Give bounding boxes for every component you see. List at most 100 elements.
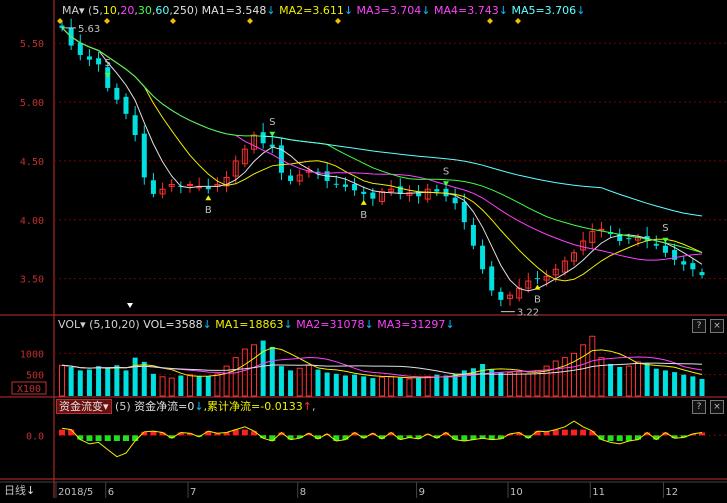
flow-bar-out xyxy=(607,435,614,442)
candle-body-down xyxy=(434,189,440,192)
flow-header: 资金流变▾ (5) 资金净流=0↓,累计净流=-0.0133↑, xyxy=(56,399,316,414)
candle-body-down xyxy=(452,197,458,204)
volume-close-icon[interactable]: × xyxy=(710,319,724,333)
volume-bar-down xyxy=(114,365,120,396)
volume-bar-down xyxy=(105,368,111,396)
volume-bar-down xyxy=(608,364,614,396)
volume-bar-down xyxy=(397,377,403,396)
price-tick-label: 3.50 xyxy=(20,275,44,286)
time-axis-label: 2018/5 xyxy=(58,487,93,498)
volume-bar-down xyxy=(86,369,92,396)
event-diamond xyxy=(170,18,176,24)
volume-bar-up xyxy=(561,357,568,397)
event-diamond xyxy=(104,18,110,24)
ma4-arrow: ↓ xyxy=(498,4,508,17)
flow-param: (5) xyxy=(115,400,131,413)
flow-net-arrow: ↓ xyxy=(194,400,204,413)
volume-bar-up xyxy=(379,376,385,397)
volume-settings-icon[interactable]: ? xyxy=(692,319,706,333)
time-axis-label: 9 xyxy=(419,487,425,498)
flow-tail: , xyxy=(311,400,316,413)
volume-bar-down xyxy=(132,357,138,396)
volume-tick-label: 1000 xyxy=(20,349,44,360)
volume-bar-up xyxy=(388,376,395,397)
volume-bar-down xyxy=(196,376,202,396)
volume-bar-up xyxy=(406,378,413,397)
candle-body-down xyxy=(342,184,348,187)
vol-arrow: ↓ xyxy=(202,318,212,331)
ma10-line xyxy=(61,27,703,282)
volume-bar-down xyxy=(178,375,184,396)
volume-bar-down xyxy=(324,372,330,396)
volume-bar-up xyxy=(214,373,221,397)
price-tick-label: 5.00 xyxy=(20,98,44,109)
event-diamond xyxy=(515,18,521,24)
volume-bar-down xyxy=(68,366,74,396)
volume-bar-down xyxy=(333,373,339,396)
volume-bar-up xyxy=(59,364,65,397)
flow-settings-icon[interactable]: ? xyxy=(692,400,706,414)
flow-bar-out xyxy=(461,435,468,442)
volume-bar-up xyxy=(625,365,632,397)
volume-unit-label: X100 xyxy=(17,384,41,395)
candle-body-down xyxy=(77,42,83,55)
flow-net: 资金净流=0 xyxy=(134,400,195,413)
sell-signal-marker: S xyxy=(443,166,449,177)
volume-bar-up xyxy=(598,357,605,397)
volume-bar-up xyxy=(424,375,431,397)
candle-body-down xyxy=(150,180,156,194)
volume-bar-up xyxy=(187,374,193,397)
vol-ma1: MA1=18863 xyxy=(215,318,284,331)
volume-bar-down xyxy=(260,340,266,396)
period-selector[interactable]: 日线↓ xyxy=(4,484,35,498)
volume-bar-down xyxy=(123,370,129,396)
flow-bar-out xyxy=(625,435,632,442)
time-axis-label: 12 xyxy=(665,487,678,498)
candle-body-down xyxy=(534,278,540,280)
candle-body-down xyxy=(653,243,659,246)
candle-body-down xyxy=(470,224,476,246)
flow-bar-out xyxy=(104,435,111,442)
volume-bar-down xyxy=(342,375,348,396)
flow-bar-in xyxy=(580,429,587,436)
buy-signal-marker: B xyxy=(205,205,212,216)
volume-bar-down xyxy=(370,378,376,396)
chart-canvas[interactable]: 5.50 5.00 4.50 4.00 3.50 5.63 3.22 S B S B S B S 1000 5… xyxy=(0,0,727,500)
volume-bar-up xyxy=(241,348,248,397)
ma4-value: MA4=3.743 xyxy=(434,4,499,17)
flow-bar-out xyxy=(86,435,93,442)
stock-chart-window: 5.50 5.00 4.50 4.00 3.50 5.63 3.22 S B S B S B S 1000 5… xyxy=(0,0,727,503)
sell-signal-marker: S xyxy=(269,117,275,128)
vol-ma2-arrow: ↓ xyxy=(364,318,374,331)
volume-bar-up xyxy=(580,344,587,397)
vol-value: VOL=3588 xyxy=(143,318,203,331)
vol-selector[interactable]: VOL▾ xyxy=(58,318,86,331)
volume-header: VOL▾ (5,10,20) VOL=3588↓ MA1=18863↓ MA2=… xyxy=(58,318,455,332)
volume-bar-down xyxy=(681,374,687,396)
volume-bar-up xyxy=(168,377,175,397)
time-axis-label: 11 xyxy=(592,487,605,498)
cursor-arrow xyxy=(127,303,133,308)
volume-bar-up xyxy=(507,372,513,397)
flow-dropdown[interactable]: 资金流变▾ xyxy=(56,399,112,414)
candle-body-down xyxy=(699,272,705,276)
flow-bar-in xyxy=(561,429,568,436)
flow-bar-out xyxy=(113,435,120,442)
ma-selector[interactable]: MA▾ xyxy=(62,4,85,17)
ma3-value: MA3=3.704 xyxy=(356,4,422,17)
candle-body-down xyxy=(461,201,467,223)
ma1-value: MA1=3.548 xyxy=(201,4,267,17)
flow-close-icon[interactable]: × xyxy=(710,400,724,414)
volume-bar-down xyxy=(480,364,486,396)
candle-body-down xyxy=(361,191,367,194)
vol-ma1-arrow: ↓ xyxy=(283,318,293,331)
volume-bar-down xyxy=(352,374,358,396)
candle-body-up xyxy=(598,228,605,231)
volume-bar-down xyxy=(361,376,367,396)
volume-bar-up xyxy=(296,367,303,397)
buy-signal-arrow xyxy=(360,199,367,205)
volume-bar-down xyxy=(443,375,449,396)
vol-ma2: MA2=31078 xyxy=(296,318,365,331)
volume-bar-down xyxy=(498,372,504,396)
ma-param-10: 10 xyxy=(102,4,117,17)
